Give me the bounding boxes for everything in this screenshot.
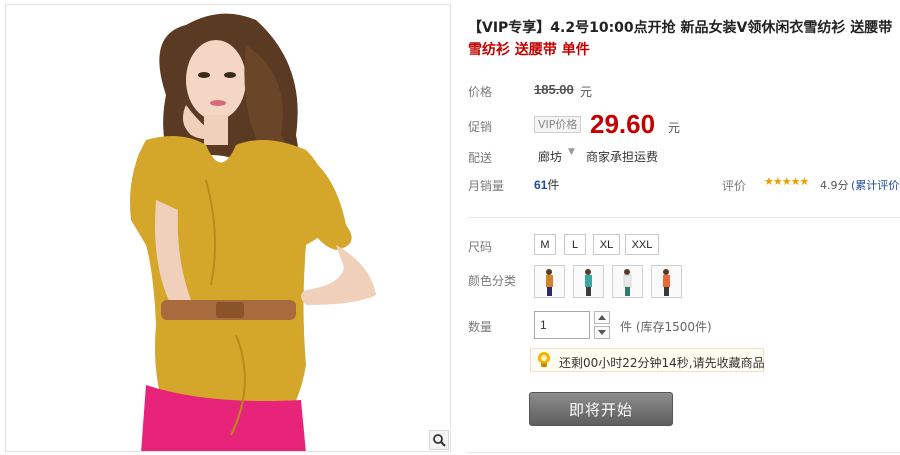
- color-label: 颜色分类: [468, 274, 517, 288]
- monthly-sales: 61件: [534, 176, 559, 193]
- coming-soon-button[interactable]: 即将开始: [529, 392, 673, 426]
- promo-price: 29.60: [590, 109, 656, 139]
- size-option-xxl[interactable]: XXL: [625, 234, 659, 255]
- quantity-decrease-button[interactable]: [594, 326, 610, 339]
- size-option-l[interactable]: L: [564, 234, 586, 255]
- title-sub: 雪纺衫 送腰带 单件: [468, 42, 590, 58]
- color-thumb-teal[interactable]: [573, 265, 604, 298]
- model-photo: [130, 13, 376, 451]
- promo-label: 促销: [468, 120, 493, 134]
- rating-label: 评价: [722, 179, 747, 193]
- countdown-text: 还剩00小时22分钟14秒,请先收藏商品: [559, 356, 765, 370]
- price-label: 价格: [468, 85, 493, 99]
- chevron-down-icon[interactable]: ▼: [568, 147, 575, 157]
- quantity-label: 数量: [468, 320, 493, 334]
- color-thumb-coral[interactable]: [651, 265, 682, 298]
- color-swatch-image: [546, 269, 553, 296]
- countdown-tip: 还剩00小时22分钟14秒,请先收藏商品: [530, 348, 765, 372]
- chevron-up-icon: [598, 315, 606, 320]
- shipping-note: 商家承担运费: [586, 150, 659, 164]
- stock-info: 件 (库存1500件): [620, 320, 712, 334]
- sales-unit: 件: [547, 178, 560, 192]
- size-option-m[interactable]: M: [534, 234, 556, 255]
- lightbulb-icon: [538, 352, 550, 367]
- quantity-input[interactable]: 1: [534, 311, 590, 339]
- magnifier-icon: [433, 434, 446, 447]
- sales-count: 61: [534, 178, 548, 192]
- vip-price-tag: VIP价格: [534, 116, 582, 133]
- color-thumb-orange[interactable]: [534, 265, 565, 298]
- color-thumb-white[interactable]: [612, 265, 643, 298]
- sales-label: 月销量: [468, 179, 505, 193]
- size-label: 尺码: [468, 240, 493, 254]
- product-page: 【VIP专享】4.2号10:00点开抢 新品女装V领休闲衣雪纺衫 送腰带 雪纺衫…: [0, 0, 900, 455]
- color-swatch-image: [663, 269, 670, 296]
- promo-unit: 元: [668, 121, 681, 135]
- quantity-increase-button[interactable]: [594, 311, 610, 324]
- review-count-link[interactable]: (累计评价: [851, 177, 899, 193]
- product-info: 【VIP专享】4.2号10:00点开抢 新品女装V领休闲衣雪纺衫 送腰带 雪纺衫…: [468, 0, 900, 455]
- product-title: 【VIP专享】4.2号10:00点开抢 新品女装V领休闲衣雪纺衫 送腰带 雪纺衫…: [468, 17, 900, 61]
- rating-score: 4.9分: [820, 179, 849, 192]
- divider: [468, 217, 900, 218]
- price-unit: 元: [580, 85, 593, 99]
- product-image[interactable]: [5, 4, 451, 452]
- divider: [468, 452, 900, 453]
- size-option-xl[interactable]: XL: [593, 234, 620, 255]
- star-rating-icon: ★★★★★: [764, 175, 809, 188]
- original-price: 185.00: [534, 82, 574, 97]
- shipping-origin[interactable]: 廊坊: [538, 148, 562, 165]
- color-swatch-image: [623, 269, 632, 296]
- color-swatch-image: [585, 269, 592, 296]
- shipping-label: 配送: [468, 151, 493, 165]
- zoom-button[interactable]: [429, 430, 449, 450]
- title-main: 【VIP专享】4.2号10:00点开抢 新品女装V领休闲衣雪纺衫 送腰带: [468, 20, 893, 36]
- chevron-down-icon: [598, 330, 606, 335]
